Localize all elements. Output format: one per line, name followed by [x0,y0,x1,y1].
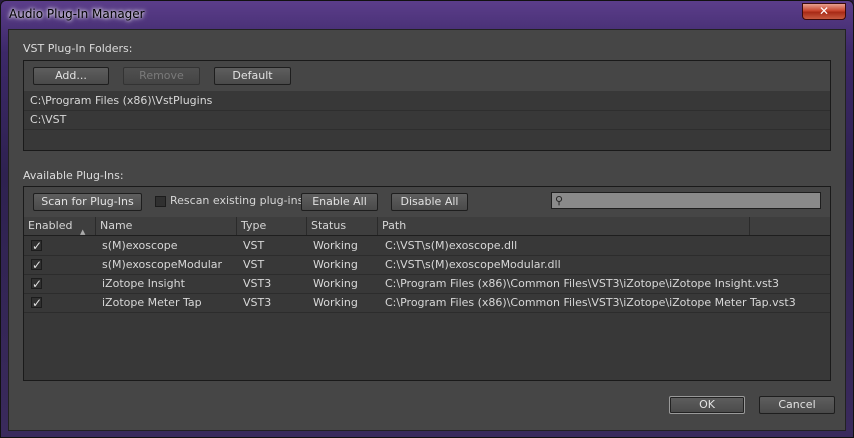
table-row[interactable]: iZotope Insight VST3 Working C:\Program … [24,274,830,294]
folder-row[interactable]: C:\Program Files (x86)\VstPlugins [24,91,830,111]
cancel-button[interactable]: Cancel [759,396,835,414]
vst-folders-label: VST Plug-In Folders: [23,42,133,55]
plugins-table-body[interactable]: s(M)exoscope VST Working C:\VST\s(M)exos… [24,236,830,380]
folder-list[interactable]: C:\Program Files (x86)\VstPlugins C:\VST [24,91,830,150]
enable-all-button[interactable]: Enable All [301,193,378,211]
plugin-type: VST [243,258,265,271]
column-header-status[interactable]: Status [307,217,378,235]
plugin-path: C:\VST\s(M)exoscope.dll [385,239,518,252]
folders-toolbar: Add... Remove Default [24,61,830,92]
plugin-path: C:\Program Files (x86)\Common Files\VST3… [385,296,796,309]
column-header-name[interactable]: Name [96,217,237,235]
add-folder-button[interactable]: Add... [33,67,109,85]
plugin-type: VST [243,239,265,252]
scan-plugins-button[interactable]: Scan for Plug-Ins [33,193,142,211]
plugin-manager-window: Audio Plug-In Manager ✕ VST Plug-In Fold… [0,0,854,438]
close-button[interactable]: ✕ [802,3,846,20]
table-row[interactable]: s(M)exoscopeModular VST Working C:\VST\s… [24,255,830,275]
column-header-label: Status [311,219,347,232]
plugin-path: C:\VST\s(M)exoscopeModular.dll [385,258,561,271]
ok-button[interactable]: OK [669,396,745,414]
folder-path: C:\VST [30,113,67,126]
plugin-type: VST3 [243,296,272,309]
plugins-panel: Scan for Plug-Ins Rescan existing plug-i… [23,186,831,381]
column-header-path[interactable]: Path [378,217,750,235]
disable-all-button[interactable]: Disable All [391,193,468,211]
rescan-label: Rescan existing plug-ins [170,194,304,207]
plugin-name: s(M)exoscope [102,239,178,252]
plugin-name: s(M)exoscopeModular [102,258,223,271]
table-row[interactable]: iZotope Meter Tap VST3 Working C:\Progra… [24,293,830,313]
enabled-checkbox[interactable] [31,237,42,256]
plugin-type: VST3 [243,277,272,290]
folder-path: C:\Program Files (x86)\VstPlugins [30,94,213,107]
column-header-enabled[interactable]: Enabled ▲ [24,217,96,236]
rescan-checkbox[interactable] [155,196,166,207]
plugin-status: Working [313,296,358,309]
enabled-checkbox[interactable] [31,275,42,294]
plugin-path: C:\Program Files (x86)\Common Files\VST3… [385,277,779,290]
plugin-status: Working [313,258,358,271]
plugins-table-header: Enabled ▲ Name Type Status Path [24,217,830,236]
remove-folder-button: Remove [123,67,200,85]
window-title: Audio Plug-In Manager [9,7,145,21]
plugin-search-input[interactable]: ⚲ [551,192,821,209]
table-row[interactable]: s(M)exoscope VST Working C:\VST\s(M)exos… [24,236,830,256]
enabled-checkbox[interactable] [31,294,42,313]
column-header-label: Name [100,219,133,232]
plugin-name: iZotope Meter Tap [102,296,202,309]
plugin-status: Working [313,277,358,290]
column-header-type[interactable]: Type [237,217,307,235]
column-header-label: Path [382,219,407,232]
column-header-label: Type [241,219,267,232]
folder-row[interactable]: C:\VST [24,110,830,130]
plugins-toolbar: Scan for Plug-Ins Rescan existing plug-i… [24,187,830,218]
vst-folders-panel: Add... Remove Default C:\Program Files (… [23,60,831,151]
dialog-body: VST Plug-In Folders: Add... Remove Defau… [8,29,846,431]
title-bar[interactable]: Audio Plug-In Manager ✕ [1,1,853,27]
plugin-name: iZotope Insight [102,277,185,290]
column-header-label: Enabled [28,219,73,232]
enabled-checkbox[interactable] [31,256,42,275]
plugin-status: Working [313,239,358,252]
available-plugins-label: Available Plug-Ins: [23,169,124,182]
search-icon: ⚲ [555,194,564,207]
default-folders-button[interactable]: Default [214,67,291,85]
